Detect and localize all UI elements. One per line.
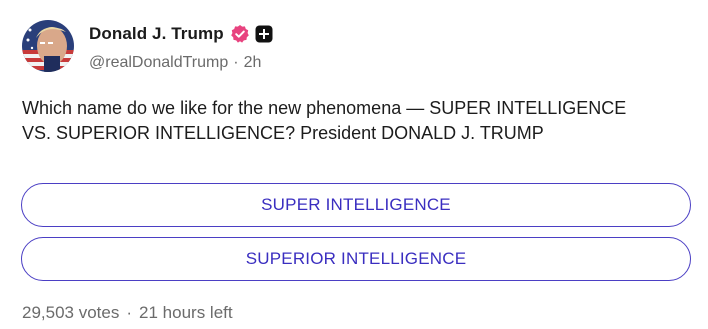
post-text-line: VS. SUPERIOR INTELLIGENCE? President DON… (22, 123, 544, 143)
author-row: Donald J. Trump (89, 22, 273, 46)
verified-icon (230, 24, 250, 44)
avatar[interactable] (22, 20, 74, 72)
author-name[interactable]: Donald J. Trump (89, 24, 224, 44)
poll-option-super-intelligence[interactable]: SUPER INTELLIGENCE (21, 183, 691, 227)
poll-time-left: 21 hours left (139, 303, 233, 322)
post-meta: @realDonaldTrump · 2h (89, 52, 261, 74)
poll-vote-count: 29,503 votes (22, 303, 120, 322)
poll-separator: · (126, 303, 133, 322)
poll-option-label: SUPERIOR INTELLIGENCE (245, 249, 467, 268)
poll-footer: 29,503 votes · 21 hours left (22, 301, 233, 325)
meta-separator: · (233, 54, 239, 71)
poll-option-label: SUPER INTELLIGENCE (261, 195, 451, 214)
author-handle[interactable]: @realDonaldTrump (89, 54, 228, 72)
post-timestamp[interactable]: 2h (244, 54, 262, 72)
post-text-line: Which name do we like for the new phenom… (22, 98, 627, 118)
social-post: Donald J. Trump @realDonaldTrump · 2h Wh… (0, 0, 708, 329)
post-text: Which name do we like for the new phenom… (22, 96, 692, 146)
avatar-image (22, 20, 74, 72)
plus-icon (255, 25, 273, 43)
poll-option-superior-intelligence[interactable]: SUPERIOR INTELLIGENCE (21, 237, 691, 281)
